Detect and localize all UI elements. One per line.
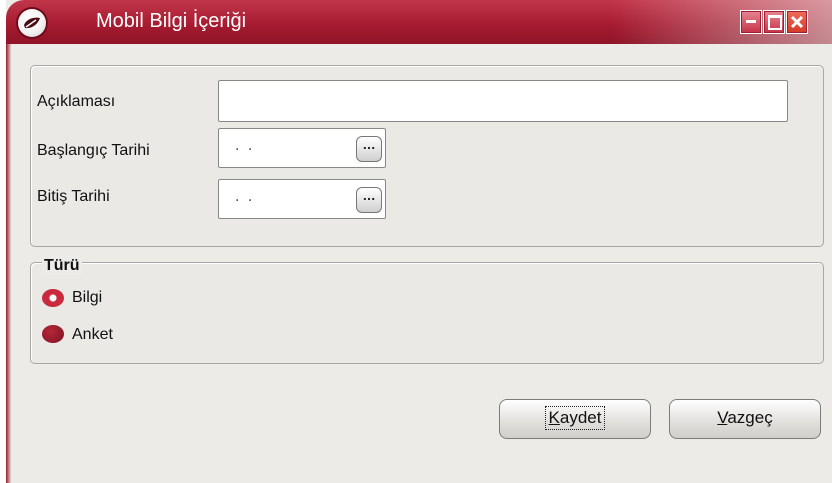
radio-anket[interactable]: [42, 325, 64, 343]
start-date-value: . .: [235, 138, 255, 154]
type-group-box: [30, 262, 824, 364]
leaf-logo-icon[interactable]: [18, 9, 46, 37]
description-field[interactable]: [218, 80, 788, 122]
end-date-picker-button[interactable]: ...: [356, 187, 382, 213]
save-button-focus: Kaydet: [544, 406, 606, 430]
close-icon: [790, 15, 804, 29]
start-date-picker-button[interactable]: ...: [356, 136, 382, 162]
end-date-field[interactable]: . . ...: [218, 179, 386, 219]
window-left-border: [6, 44, 11, 483]
radio-anket-label[interactable]: Anket: [72, 326, 113, 344]
maximize-button[interactable]: [763, 10, 785, 34]
save-button[interactable]: Kaydet: [499, 399, 651, 439]
maximize-icon: [768, 15, 782, 30]
window-title: Mobil Bilgi İçeriği: [96, 10, 247, 32]
type-group-title: Türü: [42, 257, 82, 275]
end-date-value: . .: [235, 189, 255, 205]
title-bar[interactable]: Mobil Bilgi İçeriği: [6, 0, 832, 44]
minimize-button[interactable]: [740, 10, 762, 34]
cancel-button[interactable]: Vazgeç: [669, 399, 821, 439]
dialog-window: Mobil Bilgi İçeriği Açıklaması Başlangıç…: [6, 0, 832, 483]
start-date-field[interactable]: . . ...: [218, 128, 386, 168]
radio-bilgi-label[interactable]: Bilgi: [72, 289, 102, 307]
save-label: aydet: [559, 408, 602, 427]
end-date-label: Bitiş Tarihi: [37, 188, 110, 205]
cancel-label: azgeç: [727, 408, 773, 427]
description-label: Açıklaması: [37, 93, 116, 110]
radio-bilgi[interactable]: [42, 289, 64, 307]
cancel-accelerator: V: [717, 408, 728, 427]
close-button[interactable]: [786, 10, 808, 34]
save-accelerator: K: [548, 408, 560, 427]
minimize-icon: [746, 20, 756, 23]
start-date-label: Başlangıç Tarihi: [37, 142, 150, 159]
